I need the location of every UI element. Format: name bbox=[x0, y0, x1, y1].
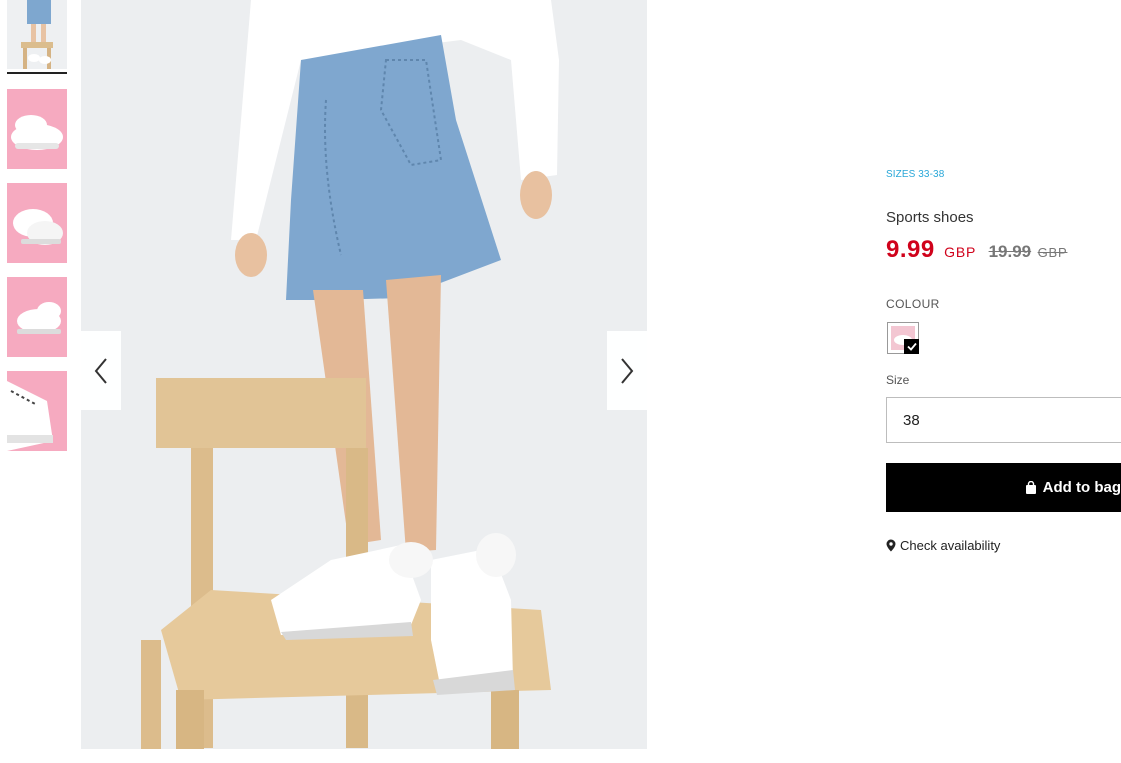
add-to-bag-button[interactable]: Add to bag bbox=[886, 463, 1121, 512]
checkmark-icon bbox=[904, 339, 919, 354]
size-selected-value: 38 bbox=[903, 411, 920, 429]
old-price: 19.99 bbox=[988, 242, 1032, 261]
thumbnail-3[interactable] bbox=[7, 183, 67, 263]
previous-image-button[interactable] bbox=[81, 331, 121, 410]
product-photo bbox=[81, 0, 647, 749]
thumbnail-2[interactable] bbox=[7, 89, 67, 169]
thumbnail-4[interactable] bbox=[7, 277, 67, 357]
thumbnail-5[interactable] bbox=[7, 371, 67, 451]
shopping-bag-icon bbox=[1025, 481, 1037, 494]
colour-swatch-selected[interactable] bbox=[887, 322, 919, 354]
current-price: 9.99 bbox=[886, 236, 935, 263]
check-availability-link[interactable]: Check availability bbox=[886, 538, 1000, 553]
chevron-right-icon bbox=[620, 357, 634, 385]
product-details-panel: SIZES 33-38 Sports shoes 9.99 GBP 19.99 … bbox=[886, 0, 1121, 763]
main-product-image bbox=[81, 0, 647, 749]
colour-label: COLOUR bbox=[886, 297, 940, 311]
active-thumbnail-indicator bbox=[7, 72, 67, 74]
next-image-button[interactable] bbox=[607, 331, 647, 410]
thumbnail-1[interactable] bbox=[7, 0, 67, 69]
product-title: Sports shoes bbox=[886, 209, 974, 226]
size-select[interactable]: 38 bbox=[886, 397, 1121, 443]
price-row: 9.99 GBP 19.99 GBP bbox=[886, 236, 1067, 264]
current-price-currency: GBP bbox=[944, 244, 977, 260]
add-to-bag-label: Add to bag bbox=[1042, 479, 1121, 496]
old-price-currency: GBP bbox=[1037, 245, 1068, 260]
size-label: Size bbox=[886, 373, 910, 387]
location-pin-icon bbox=[886, 539, 896, 552]
panel-content: SIZES 33-38 Sports shoes 9.99 GBP 19.99 … bbox=[886, 0, 1121, 763]
chevron-left-icon bbox=[94, 357, 108, 385]
sizes-badge: SIZES 33-38 bbox=[886, 169, 945, 180]
check-availability-label: Check availability bbox=[900, 538, 1001, 553]
